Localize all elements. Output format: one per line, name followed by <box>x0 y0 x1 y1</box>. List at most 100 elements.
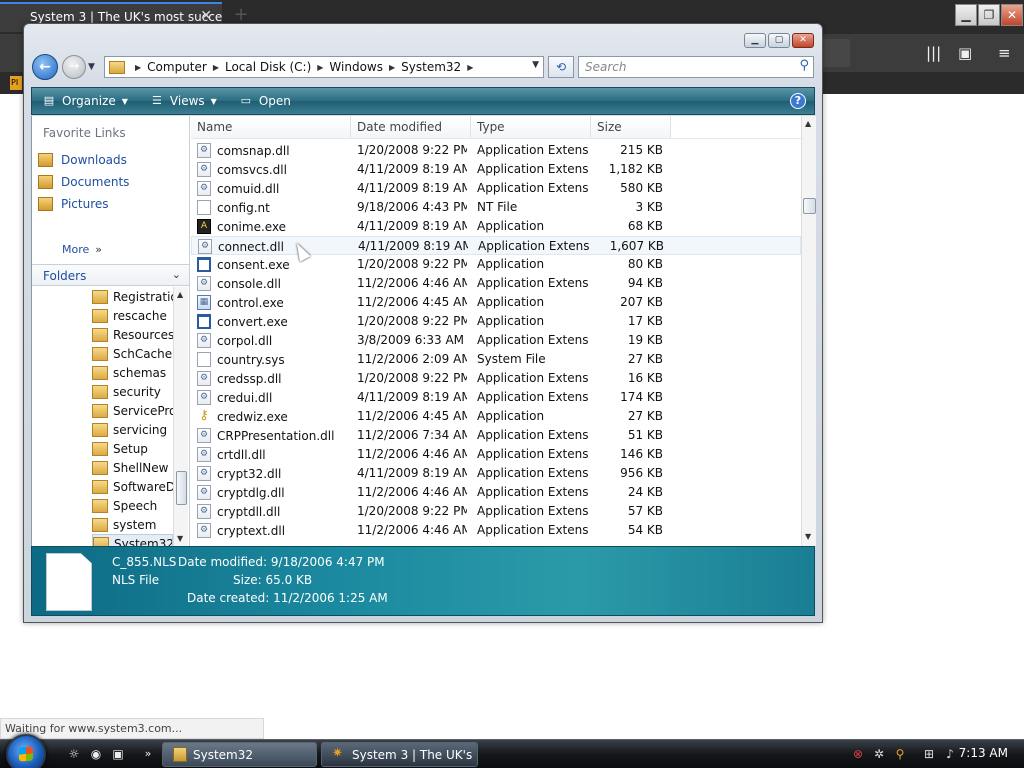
column-header-size[interactable]: Size <box>591 116 671 138</box>
scroll-thumb[interactable] <box>176 471 187 505</box>
table-row[interactable]: ⚙ console.dll 11/2/2006 4:46 AM Application… <box>191 274 801 293</box>
tree-item[interactable]: security <box>92 382 173 401</box>
file-size: 19 KB <box>627 333 663 347</box>
tree-item[interactable]: Registratio <box>92 287 173 306</box>
table-row[interactable]: Aconime.exe 4/11/2009 8:19 AM Application 6… <box>191 217 801 236</box>
crumb-arrow-icon[interactable]: ▶ <box>317 63 323 72</box>
table-row[interactable]: convert.exe 1/20/2008 9:22 PM Application 1… <box>191 312 801 331</box>
column-header-name[interactable]: Name <box>191 116 351 138</box>
scroll-down-icon[interactable]: ▼ <box>805 532 811 541</box>
search-tray-icon[interactable]: ⚲ <box>892 746 908 762</box>
scroll-up-icon[interactable]: ▲ <box>805 119 811 128</box>
tree-item[interactable]: system <box>92 515 173 534</box>
open-button[interactable]: ▭ Open <box>239 94 291 108</box>
tab-close-icon[interactable]: ✕ <box>200 8 212 24</box>
table-row[interactable]: ⚷ credwiz.exe 11/2/2006 4:45 AM Application… <box>191 407 801 426</box>
favorite-pictures[interactable]: Pictures <box>38 197 109 211</box>
tree-item[interactable]: ShellNew <box>92 458 173 477</box>
folder-tree-scrollbar[interactable]: ▲ ▼ <box>173 287 188 546</box>
folders-header[interactable]: Folders ⌄ <box>32 264 189 286</box>
search-icon[interactable]: ⚲ <box>799 58 809 73</box>
organize-button[interactable]: ▤ Organize ▼ <box>42 94 128 108</box>
crumb-arrow-icon[interactable]: ▶ <box>389 63 395 72</box>
search-input[interactable]: Search ⚲ <box>578 56 814 78</box>
tree-item[interactable]: Resources <box>92 325 173 344</box>
breadcrumb-local-disk[interactable]: ▶ Local Disk (C:) <box>211 60 311 74</box>
breadcrumb-windows[interactable]: ▶ Windows <box>315 60 383 74</box>
table-row[interactable]: ▦ control.exe 11/2/2006 4:45 AM Application… <box>191 293 801 312</box>
table-row[interactable]: ⚙ credui.dll 4/11/2009 8:19 AM Application … <box>191 388 801 407</box>
tree-item[interactable]: Speech <box>92 496 173 515</box>
maximize-button[interactable]: ▢ <box>768 33 790 48</box>
sidebar-icon[interactable]: ▣ <box>958 44 972 62</box>
table-row[interactable]: ⚙ comsnap.dll 1/20/2008 9:22 PM Application… <box>191 141 801 160</box>
tree-item[interactable]: rescache <box>92 306 173 325</box>
tree-item[interactable]: System32 <box>92 534 173 546</box>
tree-item[interactable]: ServiceProf <box>92 401 173 420</box>
breadcrumb-children[interactable]: ▶ <box>465 63 479 72</box>
crumb-arrow-icon[interactable]: ▶ <box>213 63 219 72</box>
table-row[interactable]: ⚙ comsvcs.dll 4/11/2009 8:19 AM Application… <box>191 160 801 179</box>
start-button[interactable] <box>6 734 46 768</box>
menu-icon[interactable]: ≡ <box>998 44 1011 62</box>
back-button[interactable]: ← <box>32 54 58 80</box>
scroll-up-icon[interactable]: ▲ <box>177 290 183 299</box>
column-header-date[interactable]: Date modified <box>351 116 471 138</box>
bookmark-pin-icon[interactable]: PI <box>10 76 22 90</box>
table-row[interactable]: ⚙ cryptext.dll 11/2/2006 4:46 AM Applicatio… <box>191 521 801 540</box>
scroll-thumb[interactable] <box>803 198 816 214</box>
volume-icon[interactable]: ♪ <box>942 746 958 762</box>
file-list-scrollbar[interactable]: ▲ ▼ <box>801 116 816 546</box>
browser-maximize-button[interactable]: ❐ <box>978 4 1000 26</box>
table-row[interactable]: ⚙ crypt32.dll 4/11/2009 8:19 AM Application… <box>191 464 801 483</box>
table-row[interactable]: ⚙ cryptdll.dll 1/20/2008 9:22 PM Applicatio… <box>191 502 801 521</box>
recent-pages-dropdown[interactable]: ▼ <box>88 62 95 72</box>
clock[interactable]: 7:13 AM <box>959 746 1008 760</box>
minimize-button[interactable]: ▁ <box>744 33 766 48</box>
browser-minimize-button[interactable]: ▁ <box>955 4 977 26</box>
refresh-button[interactable]: ⟲ <box>548 56 574 78</box>
favorite-downloads[interactable]: Downloads <box>38 153 127 167</box>
table-row[interactable]: ⚙ connect.dll 4/11/2009 8:19 AM Application… <box>191 236 801 255</box>
table-row[interactable]: ⚙ CRPPresentation.dll 11/2/2006 7:34 AM App… <box>191 426 801 445</box>
breadcrumb-computer[interactable]: ▶ Computer <box>133 60 207 74</box>
address-dropdown-icon[interactable]: ▼ <box>532 60 539 70</box>
address-bar[interactable]: ▶ Computer ▶ Local Disk (C:) ▶ Windows ▶ Sys… <box>104 56 544 78</box>
table-row[interactable]: ⚙ corpol.dll 3/8/2009 6:33 AM Application E… <box>191 331 801 350</box>
table-row[interactable]: config.nt 9/18/2006 4:43 PM NT File 3 KB <box>191 198 801 217</box>
table-row[interactable]: consent.exe 1/20/2008 9:22 PM Application 8… <box>191 255 801 274</box>
taskbar-item-browser[interactable]: ✷ System 3 | The UK's ... <box>321 742 478 767</box>
favorite-documents[interactable]: Documents <box>38 175 129 189</box>
tree-item[interactable]: schemas <box>92 363 173 382</box>
security-alert-icon[interactable]: ⊗ <box>850 746 866 762</box>
show-desktop-icon[interactable]: ☼ <box>66 746 82 762</box>
breadcrumb-system32[interactable]: ▶ System32 <box>387 60 461 74</box>
table-row[interactable]: country.sys 11/2/2006 2:09 AM System File 2… <box>191 350 801 369</box>
table-row[interactable]: ⚙ cryptdlg.dll 11/2/2006 4:46 AM Applicatio… <box>191 483 801 502</box>
table-row[interactable]: ⚙ crtdll.dll 11/2/2006 4:46 AM Application … <box>191 445 801 464</box>
file-size: 580 KB <box>620 181 663 195</box>
table-row[interactable]: ⚙ credssp.dll 1/20/2008 9:22 PM Application… <box>191 369 801 388</box>
browser-close-button[interactable]: ✕ <box>1001 4 1023 26</box>
help-icon[interactable]: ? <box>790 93 806 109</box>
close-button[interactable]: ✕ <box>792 33 814 48</box>
tools-icon[interactable]: ✲ <box>871 746 887 762</box>
tree-item[interactable]: Setup <box>92 439 173 458</box>
tree-item[interactable]: SoftwareDi <box>92 477 173 496</box>
taskbar-item-system32[interactable]: System32 <box>162 742 317 767</box>
switch-windows-icon[interactable]: ▣ <box>110 746 126 762</box>
tree-item[interactable]: SchCache <box>92 344 173 363</box>
crumb-arrow-icon[interactable]: ▶ <box>135 63 141 72</box>
views-button[interactable]: ☰ Views ▼ <box>150 94 217 108</box>
column-header-type[interactable]: Type <box>471 116 591 138</box>
tree-item[interactable]: servicing <box>92 420 173 439</box>
internet-explorer-icon[interactable]: ◉ <box>88 746 104 762</box>
library-icon[interactable]: ||| <box>926 44 941 62</box>
more-links[interactable]: More» <box>62 242 102 256</box>
network-icon[interactable]: ⊞ <box>921 746 937 762</box>
crumb-arrow-icon[interactable]: ▶ <box>467 63 473 72</box>
forward-button[interactable]: → <box>62 55 86 79</box>
scroll-down-icon[interactable]: ▼ <box>177 534 183 543</box>
table-row[interactable]: ⚙ comuid.dll 4/11/2009 8:19 AM Application … <box>191 179 801 198</box>
quick-launch-overflow-icon[interactable]: » <box>140 746 156 762</box>
